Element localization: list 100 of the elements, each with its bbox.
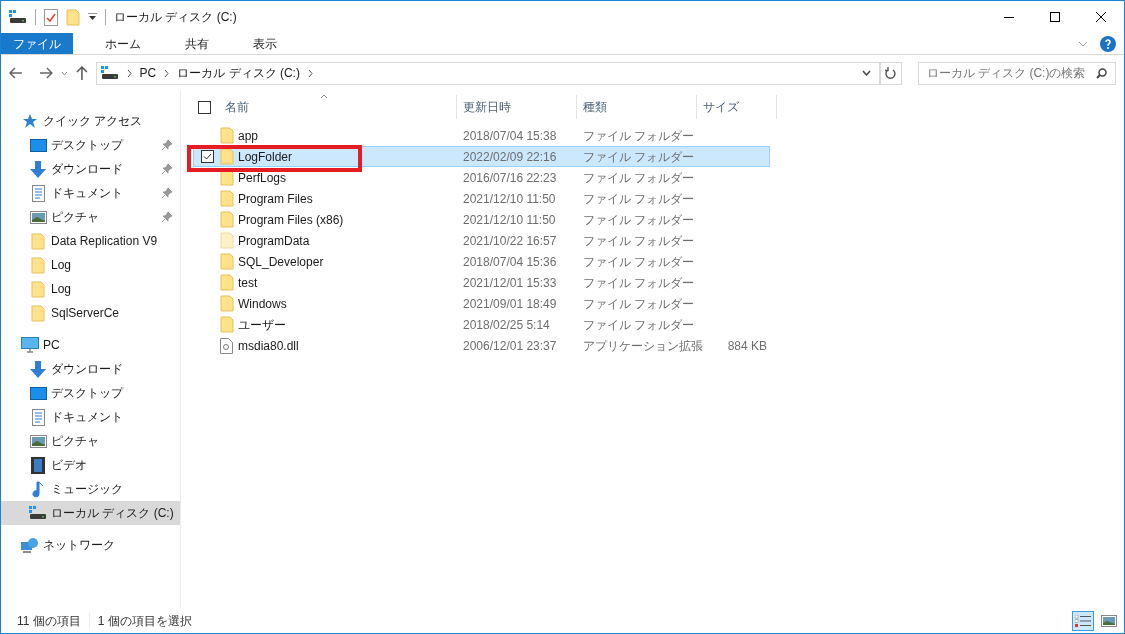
nav-item[interactable]: デスクトップ — [1, 133, 180, 157]
file-type: ファイル フォルダー — [583, 232, 696, 250]
file-name: app — [238, 127, 260, 145]
nav-item[interactable]: Log — [1, 277, 180, 301]
breadcrumb[interactable]: PC — [139, 64, 157, 82]
nav-item[interactable]: ドキュメント — [1, 405, 180, 429]
ribbon-tab[interactable]: 表示 — [241, 33, 289, 54]
details-list-icon — [1075, 615, 1091, 627]
ribbon-tab[interactable]: 共有 — [173, 33, 221, 54]
file-type: ファイル フォルダー — [583, 316, 696, 334]
maximize-icon — [1050, 12, 1060, 22]
refresh-button[interactable] — [879, 61, 902, 85]
details-view-button[interactable] — [1072, 611, 1094, 631]
drive-icon — [29, 506, 47, 520]
network-icon — [21, 537, 39, 553]
modified-date: 2021/09/01 18:49 — [463, 295, 558, 313]
file-name: ユーザー — [238, 316, 287, 334]
folder-icon — [220, 127, 234, 144]
file-name: Program Files — [238, 190, 314, 208]
document-icon — [31, 408, 45, 426]
file-row[interactable]: ユーザー 2018/02/25 5:14 ファイル フォルダー — [193, 314, 770, 335]
column-header[interactable]: 名前 — [225, 98, 249, 116]
folder-icon — [220, 274, 234, 291]
ribbon-tab[interactable]: ホーム — [93, 33, 153, 54]
nav-item[interactable]: PC — [1, 333, 180, 357]
nav-item[interactable]: ビデオ — [1, 453, 180, 477]
forward-arrow-icon[interactable] — [38, 67, 53, 79]
address-bar[interactable]: PC ローカル ディスク (C:) — [95, 61, 880, 85]
search-icon — [1096, 67, 1107, 79]
picture-icon — [29, 210, 47, 224]
nav-item[interactable]: ネットワーク — [1, 533, 180, 557]
dropdown-caret-icon[interactable] — [88, 13, 97, 21]
recent-caret-icon[interactable] — [60, 70, 68, 76]
document-icon — [31, 184, 45, 202]
picture-icon — [1101, 615, 1117, 627]
folder-icon — [220, 253, 234, 270]
nav-item[interactable]: ピクチャ — [1, 205, 180, 229]
chevron-right-icon — [126, 69, 132, 77]
nav-item[interactable]: Log — [1, 253, 180, 277]
back-arrow-icon[interactable] — [9, 67, 23, 79]
file-row[interactable]: LogFolder 2022/02/09 22:16 ファイル フォルダー — [193, 146, 770, 167]
file-name: test — [238, 274, 259, 292]
chevron-right-icon — [307, 69, 313, 77]
folder-icon — [220, 232, 234, 249]
nav-item[interactable]: ドキュメント — [1, 181, 180, 205]
file-row[interactable]: ProgramData 2021/10/22 16:57 ファイル フォルダー — [193, 230, 770, 251]
file-type: ファイル フォルダー — [583, 169, 696, 187]
file-type: ファイル フォルダー — [583, 148, 696, 166]
nav-item[interactable]: SqlServerCe — [1, 301, 180, 325]
file-row[interactable]: msdia80.dll 2006/12/01 23:37 アプリケーション拡張 884 KB — [193, 335, 770, 356]
select-all-checkbox[interactable] — [198, 100, 211, 114]
folder-icon — [31, 256, 45, 274]
folder-icon — [220, 211, 234, 228]
column-header[interactable]: 種類 — [583, 98, 607, 116]
file-type: ファイル フォルダー — [583, 253, 696, 271]
checkbox[interactable] — [200, 150, 214, 163]
up-arrow-icon[interactable] — [75, 66, 88, 80]
file-name: SQL_Developer — [238, 253, 325, 271]
monitor-icon — [21, 337, 39, 353]
expand-ribbon-icon[interactable] — [1078, 40, 1088, 47]
file-name: msdia80.dll — [238, 337, 300, 355]
file-row[interactable]: test 2021/12/01 15:33 ファイル フォルダー — [193, 272, 770, 293]
nav-item[interactable]: ピクチャ — [1, 429, 180, 453]
nav-item[interactable]: クイック アクセス — [1, 109, 180, 133]
breadcrumb[interactable]: ローカル ディスク (C:) — [177, 64, 300, 82]
file-size: 884 KB — [726, 337, 767, 355]
modified-date: 2006/12/01 23:37 — [463, 337, 558, 355]
ribbon-tab[interactable]: ファイル — [1, 33, 73, 54]
file-type: アプリケーション拡張 — [583, 337, 703, 355]
dropdown-caret-icon[interactable] — [861, 70, 871, 76]
file-row[interactable]: Program Files 2021/12/10 11:50 ファイル フォルダー — [193, 188, 770, 209]
modified-date: 2018/07/04 15:38 — [463, 127, 558, 145]
nav-item[interactable]: ダウンロード — [1, 357, 180, 381]
file-name: PerfLogs — [238, 169, 288, 187]
file-row[interactable]: SQL_Developer 2018/07/04 15:36 ファイル フォルダー — [193, 251, 770, 272]
file-name: ProgramData — [238, 232, 311, 250]
properties-check-icon[interactable] — [44, 8, 58, 26]
help-icon[interactable] — [1100, 35, 1116, 52]
nav-item[interactable]: Data Replication V9 — [1, 229, 180, 253]
file-row[interactable]: Windows 2021/09/01 18:49 ファイル フォルダー — [193, 293, 770, 314]
download-arrow-icon — [30, 160, 46, 178]
window-title: ローカル ディスク (C:) — [114, 9, 237, 26]
column-header[interactable]: 更新日時 — [463, 98, 511, 116]
nav-item[interactable]: ミュージック — [1, 477, 180, 501]
search-field[interactable]: ローカル ディスク (C:)の検索 — [917, 61, 1116, 85]
music-note-icon — [32, 480, 44, 498]
column-header[interactable]: サイズ — [703, 98, 739, 116]
folder-icon — [31, 232, 45, 250]
selection-count: 1 個の項目を選択 — [97, 613, 192, 630]
item-count: 11 個の項目 — [17, 613, 81, 630]
file-row[interactable]: app 2018/07/04 15:38 ファイル フォルダー — [193, 125, 770, 146]
modified-date: 2018/07/04 15:36 — [463, 253, 558, 271]
modified-date: 2021/12/10 11:50 — [463, 211, 557, 229]
nav-item[interactable]: ダウンロード — [1, 157, 180, 181]
nav-item[interactable]: ローカル ディスク (C:) — [1, 501, 180, 525]
file-type: ファイル フォルダー — [583, 211, 696, 229]
file-name: Program Files (x86) — [238, 211, 345, 229]
nav-item[interactable]: デスクトップ — [1, 381, 180, 405]
file-row[interactable]: PerfLogs 2016/07/16 22:23 ファイル フォルダー — [193, 167, 770, 188]
file-row[interactable]: Program Files (x86) 2021/12/10 11:50 ファイル フォルダー — [193, 209, 770, 230]
